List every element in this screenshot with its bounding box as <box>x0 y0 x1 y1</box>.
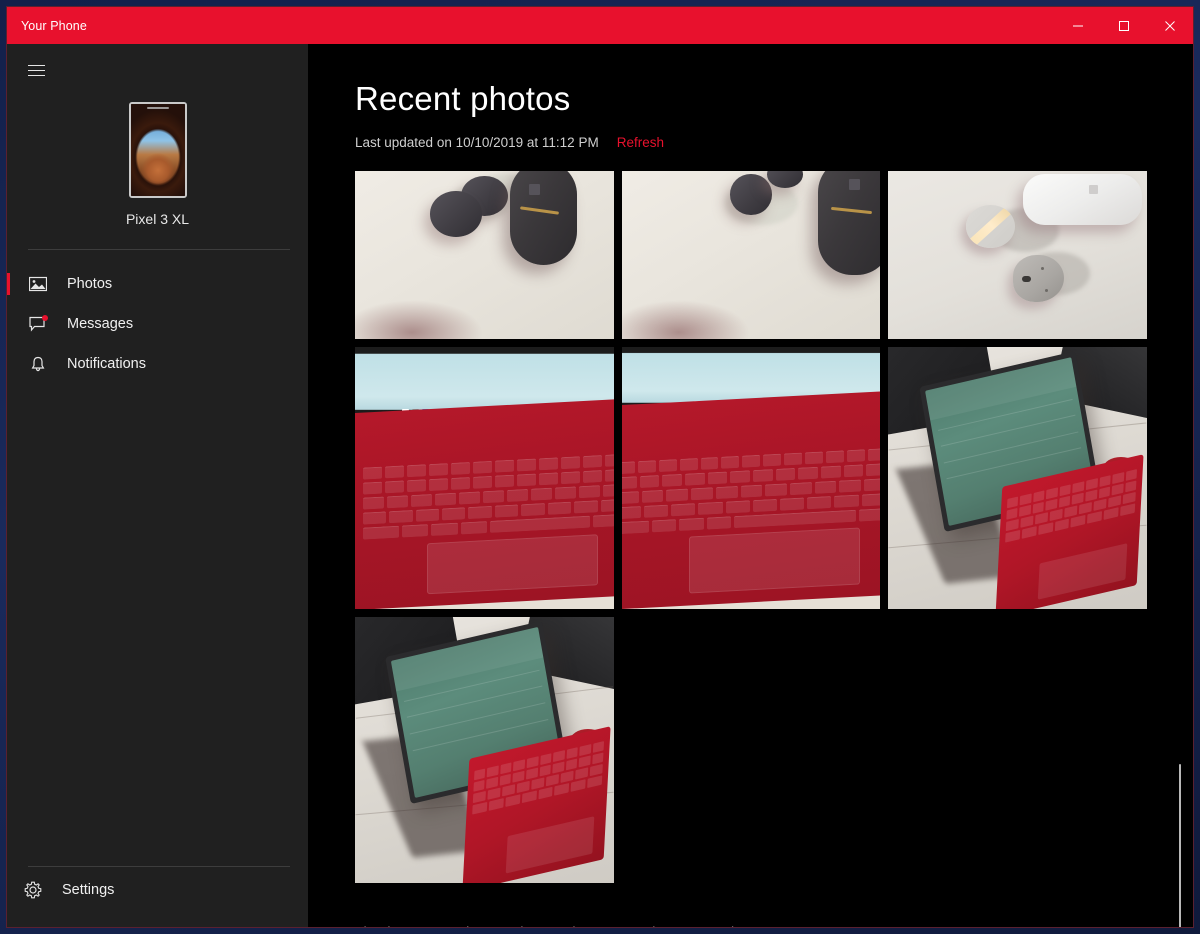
refresh-link[interactable]: Refresh <box>617 135 664 150</box>
device-name: Pixel 3 XL <box>125 211 190 227</box>
photo-image <box>888 171 1148 339</box>
sidebar-item-label: Photos <box>67 276 113 292</box>
meta-row: Last updated on 10/10/2019 at 11:12 PM R… <box>355 135 664 150</box>
photo-thumbnail-6[interactable] <box>888 347 1148 609</box>
phone-wallpaper-canyon-arch <box>130 104 185 196</box>
sidebar-nav-list: Photos Messages Notifications <box>7 264 308 384</box>
messages-badge-dot <box>42 315 48 321</box>
your-phone-window: Your Phone Pixel 3 XL Photos Messages No… <box>6 6 1194 928</box>
main-content: Recent photos Last updated on 10/10/2019… <box>308 44 1193 927</box>
device-block: Pixel 3 XL <box>7 102 308 227</box>
photo-thumbnail-3[interactable] <box>888 171 1148 339</box>
gear-icon <box>23 880 43 900</box>
photo-thumbnail-5[interactable] <box>621 347 881 609</box>
sidebar-item-label: Notifications <box>67 356 146 372</box>
photo-grid <box>355 171 1148 891</box>
hamburger-menu-icon[interactable] <box>13 48 59 92</box>
photo-image <box>355 347 614 609</box>
window-controls <box>1055 7 1193 44</box>
message-bubble-icon <box>28 314 48 334</box>
hamburger-bar <box>27 74 45 76</box>
window-title: Your Phone <box>21 18 87 33</box>
footer-note: Showing up to 25 photos and screenshots … <box>355 924 764 927</box>
photo-image <box>621 171 881 339</box>
bell-icon <box>28 354 48 374</box>
minimize-button[interactable] <box>1055 7 1101 44</box>
sidebar: Pixel 3 XL Photos Messages Notifications… <box>7 44 308 927</box>
photo-thumbnail-7[interactable] <box>355 617 614 883</box>
photo-image <box>355 617 614 883</box>
sidebar-item-photos[interactable]: Photos <box>7 264 308 304</box>
sidebar-divider <box>28 249 290 250</box>
hamburger-bar <box>27 64 45 66</box>
window-body: Pixel 3 XL Photos Messages Notifications… <box>7 44 1193 927</box>
page-title: Recent photos <box>355 80 571 117</box>
sidebar-item-settings[interactable]: Settings <box>7 867 308 913</box>
photo-image <box>888 347 1148 609</box>
photo-grid-row <box>355 171 1148 339</box>
photo-thumbnail-2[interactable] <box>621 171 881 339</box>
photo-grid-row <box>355 347 1148 609</box>
scrollbar-thumb[interactable] <box>1179 764 1181 927</box>
last-updated-text: Last updated on 10/10/2019 at 11:12 PM <box>355 135 599 150</box>
maximize-button[interactable] <box>1101 7 1147 44</box>
photo-grid-row <box>355 617 1147 883</box>
settings-label: Settings <box>62 882 115 898</box>
phone-thumbnail[interactable] <box>128 102 187 198</box>
close-button[interactable] <box>1147 7 1193 44</box>
titlebar: Your Phone <box>7 7 1193 44</box>
main-scrollbar[interactable] <box>1173 44 1187 927</box>
photo-thumbnail-4[interactable] <box>355 347 614 609</box>
sidebar-item-notifications[interactable]: Notifications <box>7 344 308 384</box>
photo-image <box>355 171 614 339</box>
photos-icon <box>28 274 48 294</box>
hamburger-bar <box>27 69 45 71</box>
phone-speaker-notch <box>146 107 169 109</box>
photo-image <box>621 347 881 609</box>
sidebar-item-messages[interactable]: Messages <box>7 304 308 344</box>
sidebar-item-label: Messages <box>67 316 134 332</box>
photo-thumbnail-1[interactable] <box>355 171 614 339</box>
